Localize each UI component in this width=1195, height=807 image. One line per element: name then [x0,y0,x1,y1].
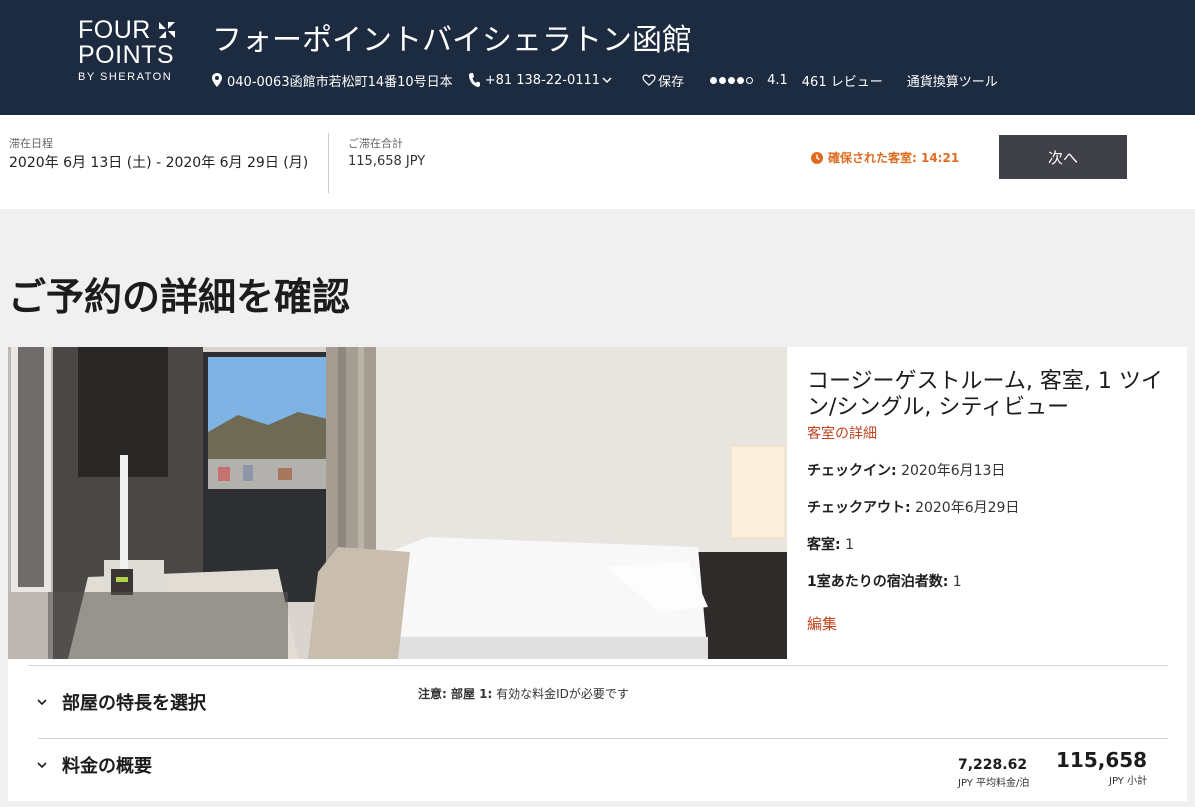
chevron-down-icon [602,77,612,84]
room-details-link[interactable]: 客室の詳細 [807,423,1187,443]
room-title: コージーゲストルーム, 客室, 1 ツイン/シングル, シティビュー [807,369,1163,420]
logo-line2: POINTS [78,41,175,69]
stay-total-label: ご滞在合計 [348,137,403,150]
rooms-label: 客室: [807,537,841,553]
stay-total-value: 115,658 JPY [348,154,426,169]
divider [28,665,1168,666]
rate-summary-label: 料金の概要 [62,756,152,777]
save-button[interactable]: 保存 [642,71,684,90]
hotel-meta-bar: 040-0063函館市若松町14番10号日本 +81 138-22-0111 保… [212,70,998,90]
stay-dates-label: 滞在日程 [9,137,53,150]
average-rate-value: 7,228.62 [958,757,1028,773]
address-text: 040-0063函館市若松町14番10号日本 [227,74,453,90]
rating-dots [710,76,754,84]
checkin-label: チェックイン: [807,463,897,479]
checkout-row: チェックアウト: 2020年6月29日 [807,497,1187,517]
checkout-value: 2020年6月29日 [915,500,1020,516]
page-title: ご予約の詳細を確認 [8,275,351,319]
rating-dot-filled [719,76,727,84]
guests-label: 1室あたりの宿泊者数: [807,574,949,590]
guests-row: 1室あたりの宿泊者数: 1 [807,571,1187,591]
room-features-accordion[interactable]: 部屋の特長を選択 [36,689,206,715]
chevron-down-icon [37,699,47,706]
phone-icon [468,73,480,87]
rating-dot-empty [746,76,754,84]
rating-dot-filled [728,76,736,84]
note-prefix: 注意: 部屋 1: [418,687,493,701]
divider [328,133,329,193]
header: FOUR POINTS BY SHERATON フォーポイントバイシェラトン函館… [0,0,1195,115]
checkin-row: チェックイン: 2020年6月13日 [807,460,1187,480]
save-label: 保存 [658,74,685,90]
next-button[interactable]: 次へ [999,135,1127,179]
subtotal: 115,658 JPY 小計 [1056,748,1147,787]
logo-flower-icon [158,22,175,38]
rating-reviews-link[interactable]: 4.1 461 レビュー [710,71,883,90]
room-photo [8,347,787,659]
logo-line1: FOUR [78,16,151,44]
heart-icon [642,74,656,86]
room-info: コージーゲストルーム, 客室, 1 ツイン/シングル, シティビュー 客室の詳細… [807,369,1187,634]
note-text: 有効な料金IDが必要です [492,687,629,701]
map-pin-icon [212,73,222,87]
clock-icon [811,151,823,164]
phone-dropdown[interactable]: +81 138-22-0111 [468,72,612,88]
edit-link[interactable]: 編集 [807,613,1187,634]
reviews-count: 461 レビュー [801,74,883,90]
rate-id-note: 注意: 部屋 1: 有効な料金IDが必要です [418,685,629,702]
rooms-row: 客室: 1 [807,534,1187,554]
address-link[interactable]: 040-0063函館市若松町14番10号日本 [212,71,453,90]
subtotal-value: 115,658 [1056,748,1148,772]
rating-dot-filled [737,76,745,84]
stay-dates: 滞在日程 2020年 6月 13日 (土) - 2020年 6月 29日 (月) [9,135,309,174]
stay-total: ご滞在合計 115,658 JPY [348,135,425,169]
currency-converter-link[interactable]: 通貨換算ツール [907,71,998,90]
room-card: コージーゲストルーム, 客室, 1 ツイン/シングル, シティビュー 客室の詳細… [8,347,1187,801]
rating-dot-filled [710,76,718,84]
logo-line3: BY SHERATON [78,71,173,83]
chevron-down-icon [37,762,47,769]
hotel-logo[interactable]: FOUR POINTS BY SHERATON [78,18,188,94]
room-hold-timer: 確保された客室: 14:21 [810,149,959,166]
room-features-label: 部屋の特長を選択 [62,693,206,714]
checkin-value: 2020年6月13日 [901,463,1006,479]
divider [38,738,1168,739]
timer-text: 確保された客室: 14:21 [828,151,960,165]
average-rate: 7,228.62 JPY 平均料金/泊 [958,757,1029,789]
rate-summary-accordion[interactable]: 料金の概要 [36,752,152,778]
phone-text: +81 138-22-0111 [484,72,601,88]
guests-value: 1 [952,574,962,590]
average-rate-label: JPY 平均料金/泊 [958,778,1030,789]
stay-dates-value: 2020年 6月 13日 (土) - 2020年 6月 29日 (月) [9,155,309,171]
subtotal-label: JPY 小計 [1109,776,1148,787]
hotel-name: フォーポイントバイシェラトン函館 [212,23,692,58]
currency-tool-label: 通貨換算ツール [906,74,998,90]
rating-value: 4.1 [767,72,788,88]
rooms-value: 1 [845,537,854,553]
stay-summary-bar: 滞在日程 2020年 6月 13日 (土) - 2020年 6月 29日 (月)… [0,115,1195,209]
checkout-label: チェックアウト: [807,500,911,516]
